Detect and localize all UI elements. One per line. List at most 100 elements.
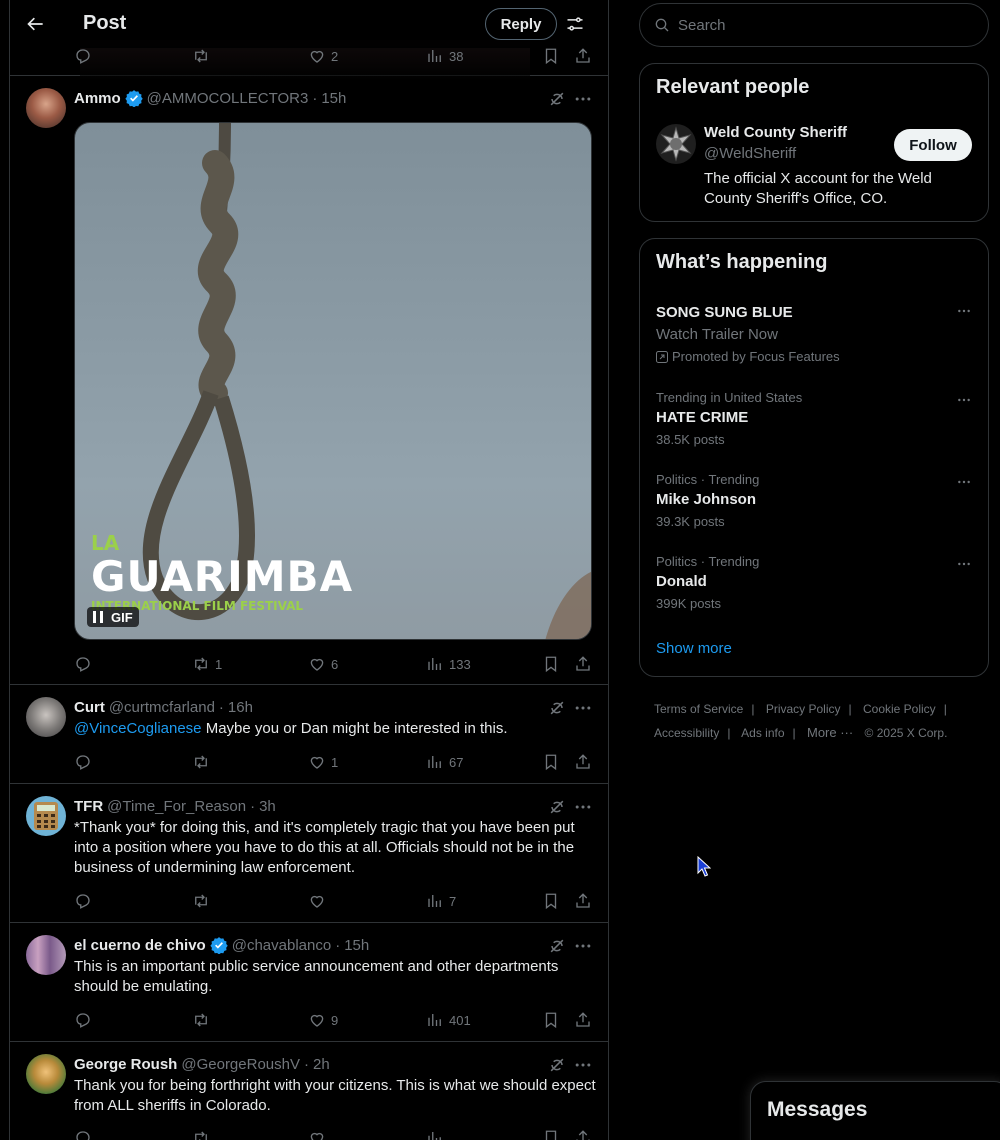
views-action[interactable]	[426, 1128, 444, 1140]
like-action[interactable]: 1	[308, 752, 338, 772]
grok-icon[interactable]	[547, 1055, 567, 1075]
like-action[interactable]	[308, 1128, 326, 1140]
like-action[interactable]	[308, 891, 326, 911]
post-time[interactable]: 3h	[259, 798, 276, 815]
author-handle[interactable]: @curtmcfarland	[109, 699, 215, 716]
more-options-icon[interactable]	[573, 936, 593, 956]
reply-action[interactable]	[74, 891, 92, 911]
share-action[interactable]	[574, 752, 592, 772]
more-options-icon[interactable]	[573, 797, 593, 817]
bookmark-action[interactable]	[542, 1128, 560, 1140]
post-time[interactable]: 2h	[313, 1056, 330, 1073]
tweet-body: Maybe you or Dan might be interested in …	[201, 720, 508, 737]
reply-action[interactable]	[74, 1128, 92, 1140]
share-action[interactable]	[574, 1128, 592, 1140]
search-input[interactable]	[678, 16, 968, 34]
author-name[interactable]: George Roush	[74, 1056, 177, 1073]
author-handle[interactable]: @AMMOCOLLECTOR3	[147, 90, 309, 107]
repost-action[interactable]	[192, 1128, 210, 1140]
author-name[interactable]: el cuerno de chivo	[74, 937, 206, 954]
messages-drawer[interactable]: Messages	[750, 1081, 1000, 1140]
reply-action[interactable]	[74, 46, 92, 66]
share-action[interactable]	[574, 1010, 592, 1030]
grok-icon[interactable]	[547, 797, 567, 817]
more-options-icon[interactable]	[573, 89, 593, 109]
author-handle[interactable]: @Time_For_Reason	[107, 798, 246, 815]
tweet[interactable]: Ammo @AMMOCOLLECTOR3 · 15h LA GUARIMBA I…	[10, 76, 608, 685]
views-action[interactable]: 38	[426, 46, 463, 66]
more-link[interactable]: More ···	[807, 725, 853, 740]
repost-action[interactable]	[192, 46, 210, 66]
privacy-link[interactable]: Privacy Policy	[766, 702, 841, 716]
repost-action[interactable]	[192, 752, 210, 772]
mention-link[interactable]: @VinceCoglianese	[74, 720, 202, 737]
trend-item[interactable]: Trending in United States HATE CRIME 38.…	[656, 390, 974, 448]
tweet[interactable]: el cuerno de chivo @chavablanco · 15h Th…	[10, 923, 608, 1042]
bookmark-action[interactable]	[542, 1010, 560, 1030]
person-name[interactable]: Weld County Sheriff	[704, 124, 847, 141]
tweet[interactable]: George Roush @GeorgeRoushV · 2h Thank yo…	[10, 1042, 608, 1140]
bookmark-action[interactable]	[542, 891, 560, 911]
avatar[interactable]	[26, 88, 66, 128]
author-name[interactable]: Ammo	[74, 90, 121, 107]
trend-item[interactable]: Politics · Trending Mike Johnson 39.3K p…	[656, 472, 974, 530]
views-action[interactable]: 133	[426, 654, 471, 674]
show-more-link[interactable]: Show more	[656, 640, 732, 657]
reply-button[interactable]: Reply	[485, 8, 557, 40]
avatar[interactable]	[26, 1054, 66, 1094]
tweet[interactable]: Curt @curtmcfarland · 16h @VinceCogliane…	[10, 685, 608, 784]
back-button[interactable]	[22, 10, 50, 38]
more-options-icon[interactable]	[573, 698, 593, 718]
gif-media[interactable]: LA GUARIMBA INTERNATIONAL FILM FESTIVAL …	[74, 122, 592, 640]
ads-info-link[interactable]: Ads info	[741, 726, 784, 740]
more-options-icon[interactable]	[954, 474, 974, 490]
like-action[interactable]: 2	[308, 46, 338, 66]
bookmark-action[interactable]	[542, 654, 560, 674]
like-action[interactable]: 6	[308, 654, 338, 674]
repost-action[interactable]: 1	[192, 654, 222, 674]
share-action[interactable]	[574, 654, 592, 674]
grok-icon[interactable]	[547, 936, 567, 956]
more-options-icon[interactable]	[954, 392, 974, 408]
terms-link[interactable]: Terms of Service	[654, 702, 743, 716]
more-options-icon[interactable]	[954, 303, 974, 319]
avatar[interactable]	[26, 935, 66, 975]
more-options-icon[interactable]	[954, 556, 974, 572]
reply-action[interactable]	[74, 654, 97, 674]
views-action[interactable]: 7	[426, 891, 456, 911]
post-time[interactable]: 16h	[228, 699, 253, 716]
cookie-link[interactable]: Cookie Policy	[863, 702, 936, 716]
person-handle[interactable]: @WeldSheriff	[704, 145, 796, 162]
search-box[interactable]	[639, 3, 989, 47]
avatar[interactable]	[656, 124, 696, 164]
grok-icon[interactable]	[547, 698, 567, 718]
repost-action[interactable]	[192, 891, 210, 911]
grok-icon[interactable]	[547, 89, 567, 109]
promoted-trend[interactable]: SONG SUNG BLUE Watch Trailer Now Promote…	[656, 301, 974, 364]
post-time[interactable]: 15h	[321, 90, 346, 107]
share-action[interactable]	[574, 891, 592, 911]
reply-action[interactable]	[74, 752, 92, 772]
accessibility-link[interactable]: Accessibility	[654, 726, 719, 740]
more-options-icon[interactable]	[573, 1055, 593, 1075]
author-name[interactable]: Curt	[74, 699, 105, 716]
filter-button[interactable]	[563, 12, 587, 36]
tweet[interactable]: TFR @Time_For_Reason · 3h *Thank you* fo…	[10, 784, 608, 923]
bookmark-action[interactable]	[542, 752, 560, 772]
gif-badge[interactable]: GIF	[87, 607, 139, 627]
repost-action[interactable]	[192, 1010, 210, 1030]
author-name[interactable]: TFR	[74, 798, 103, 815]
reply-action[interactable]	[74, 1010, 92, 1030]
like-action[interactable]: 9	[308, 1010, 338, 1030]
author-handle[interactable]: @chavablanco	[232, 937, 331, 954]
follow-button[interactable]: Follow	[894, 129, 972, 161]
avatar[interactable]	[26, 697, 66, 737]
bookmark-action[interactable]	[542, 46, 560, 66]
views-action[interactable]: 67	[426, 752, 463, 772]
avatar[interactable]	[26, 796, 66, 836]
trend-item[interactable]: Politics · Trending Donald 399K posts	[656, 554, 974, 612]
views-action[interactable]: 401	[426, 1010, 471, 1030]
share-action[interactable]	[574, 46, 592, 66]
post-time[interactable]: 15h	[344, 937, 369, 954]
author-handle[interactable]: @GeorgeRoushV	[181, 1056, 300, 1073]
